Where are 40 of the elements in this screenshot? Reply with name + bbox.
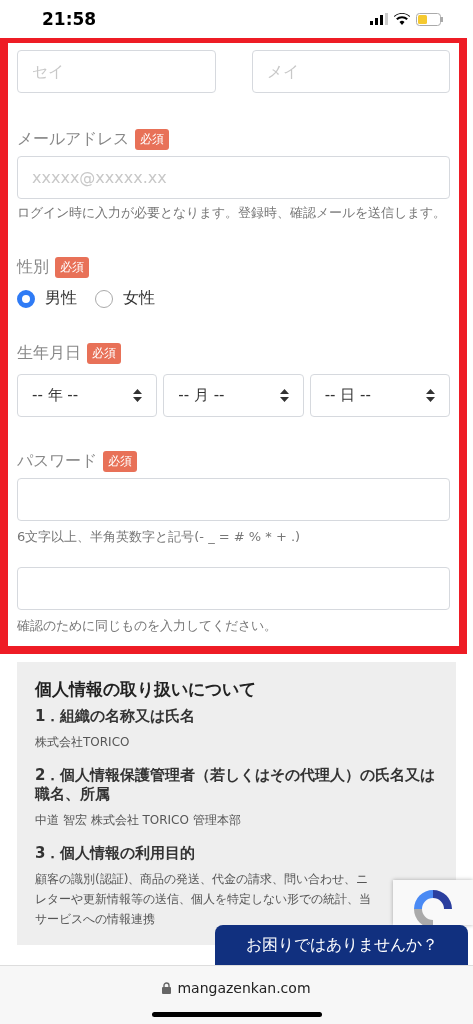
privacy-title: 個人情報の取り扱いについて — [35, 678, 257, 701]
lock-icon — [162, 982, 172, 994]
required-badge: 必須 — [135, 129, 169, 150]
field-label: 生年月日 — [17, 343, 81, 364]
help-button[interactable]: お困りではありませんか？ — [215, 925, 468, 965]
section-heading: 3．個人情報の利用目的 — [35, 844, 197, 863]
section-text: 顧客の識別(認証)、商品の発送、代金の請求、問い合わせ、ニ — [35, 871, 369, 888]
battery-icon — [416, 12, 443, 26]
required-badge: 必須 — [103, 451, 137, 472]
wifi-icon — [394, 13, 410, 25]
field-label: 性別 — [17, 257, 49, 278]
url-text[interactable]: mangazenkan.com — [177, 980, 311, 996]
section-text: レターや更新情報等の送信、個人を特定しない形での統計、当 — [35, 891, 371, 908]
field-hint: ログイン時に入力が必要となります。登録時、確認メールを送信します。 — [17, 204, 447, 222]
sort-caret-icon — [426, 389, 435, 402]
status-time: 21:58 — [42, 9, 97, 29]
section-text: 株式会社TORICO — [35, 734, 130, 751]
radio-option[interactable]: 男性 — [17, 288, 77, 309]
radio-button[interactable] — [95, 289, 113, 308]
section-heading: 1．組織の名称又は氏名 — [35, 707, 197, 726]
radio-button[interactable] — [17, 289, 35, 308]
date-select[interactable]: -- 日 -- — [309, 374, 450, 417]
required-badge: 必須 — [55, 257, 89, 278]
required-badge: 必須 — [87, 343, 121, 364]
signal-icon — [370, 13, 388, 25]
field-hint: 6文字以上、半角英数字と記号(- _ = # % * + .) — [17, 528, 302, 546]
field-hint: 確認のために同じものを入力してください。 — [17, 617, 278, 635]
date-select[interactable]: -- 年 -- — [17, 374, 158, 417]
password-confirm-field[interactable] — [17, 567, 450, 610]
password-field[interactable] — [17, 478, 450, 521]
sort-caret-icon — [133, 389, 143, 402]
field-label: パスワード — [17, 451, 97, 472]
field-label: メールアドレス — [17, 129, 129, 150]
sort-caret-icon — [279, 389, 289, 402]
date-select[interactable]: -- 月 -- — [163, 374, 304, 417]
section-text: サービスへの情報連携 — [35, 911, 155, 928]
section-heading: 2．個人情報保護管理者（若しくはその代理人）の氏名又は職名、所属 — [35, 766, 437, 804]
recaptcha-badge[interactable] — [393, 880, 473, 925]
radio-option[interactable]: 女性 — [95, 288, 155, 309]
section-text: 中道 智宏 株式会社 TORICO 管理本部 — [35, 812, 241, 829]
